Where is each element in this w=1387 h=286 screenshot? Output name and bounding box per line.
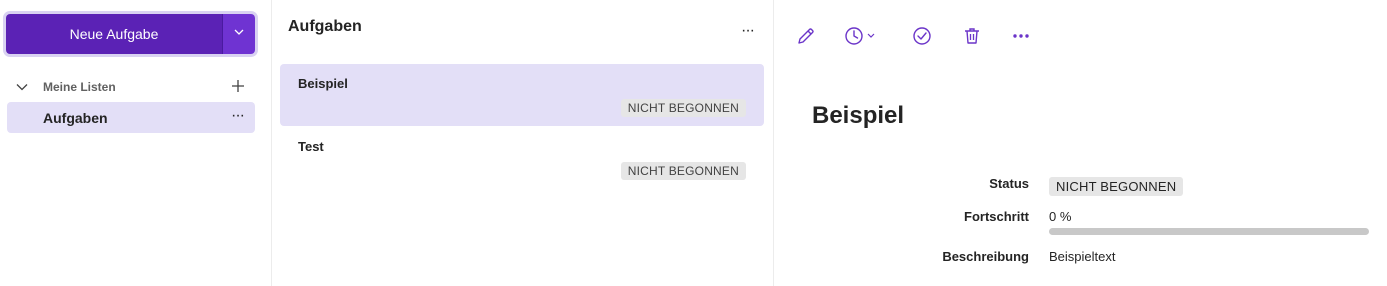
sidebar: Neue Aufgabe Meine Listen Aufgaben ··· (0, 0, 271, 286)
check-circle-icon[interactable] (910, 24, 934, 48)
task-detail-pane: Beispiel Status NICHT BEGONNEN Fortschri… (773, 0, 1387, 286)
task-detail-title: Beispiel (812, 102, 905, 129)
trash-icon[interactable] (960, 24, 984, 48)
new-task-split-button: Neue Aufgabe (6, 14, 255, 54)
more-icon[interactable] (1009, 24, 1033, 48)
task-title: Beispiel (298, 76, 348, 91)
progress-bar (1049, 228, 1369, 235)
progress-value: 0 % (1049, 209, 1072, 224)
pencil-icon[interactable] (794, 24, 818, 48)
task-list-pane: Aufgaben ··· Beispiel NICHT BEGONNEN Tes… (271, 0, 774, 286)
more-options-button[interactable]: ··· (231, 108, 245, 124)
task-item-beispiel[interactable]: Beispiel NICHT BEGONNEN (280, 64, 764, 126)
chevron-down-icon[interactable] (15, 80, 29, 94)
status-badge: NICHT BEGONNEN (620, 162, 746, 180)
status-badge: NICHT BEGONNEN (620, 99, 746, 117)
add-list-icon[interactable] (229, 77, 247, 95)
sidebar-item-label: Aufgaben (43, 109, 108, 126)
sidebar-item-aufgaben[interactable]: Aufgaben ··· (7, 102, 255, 133)
description-value: Beispieltext (1049, 249, 1116, 264)
task-item-test[interactable]: Test NICHT BEGONNEN (280, 127, 764, 189)
task-list-more-button[interactable]: ··· (741, 23, 755, 39)
clock-icon[interactable] (844, 24, 882, 48)
new-task-button[interactable]: Neue Aufgabe (6, 14, 222, 54)
chevron-down-icon (233, 25, 245, 43)
task-title: Test (298, 139, 324, 154)
description-label: Beschreibung (942, 249, 1029, 264)
my-lists-title: Meine Listen (43, 80, 116, 94)
progress-label: Fortschritt (964, 209, 1029, 224)
task-list-title: Aufgaben (288, 18, 362, 35)
status-label: Status (989, 176, 1029, 191)
status-badge: NICHT BEGONNEN (1049, 177, 1184, 196)
new-task-dropdown-button[interactable] (222, 14, 255, 54)
my-lists-header[interactable]: Meine Listen (0, 76, 255, 98)
